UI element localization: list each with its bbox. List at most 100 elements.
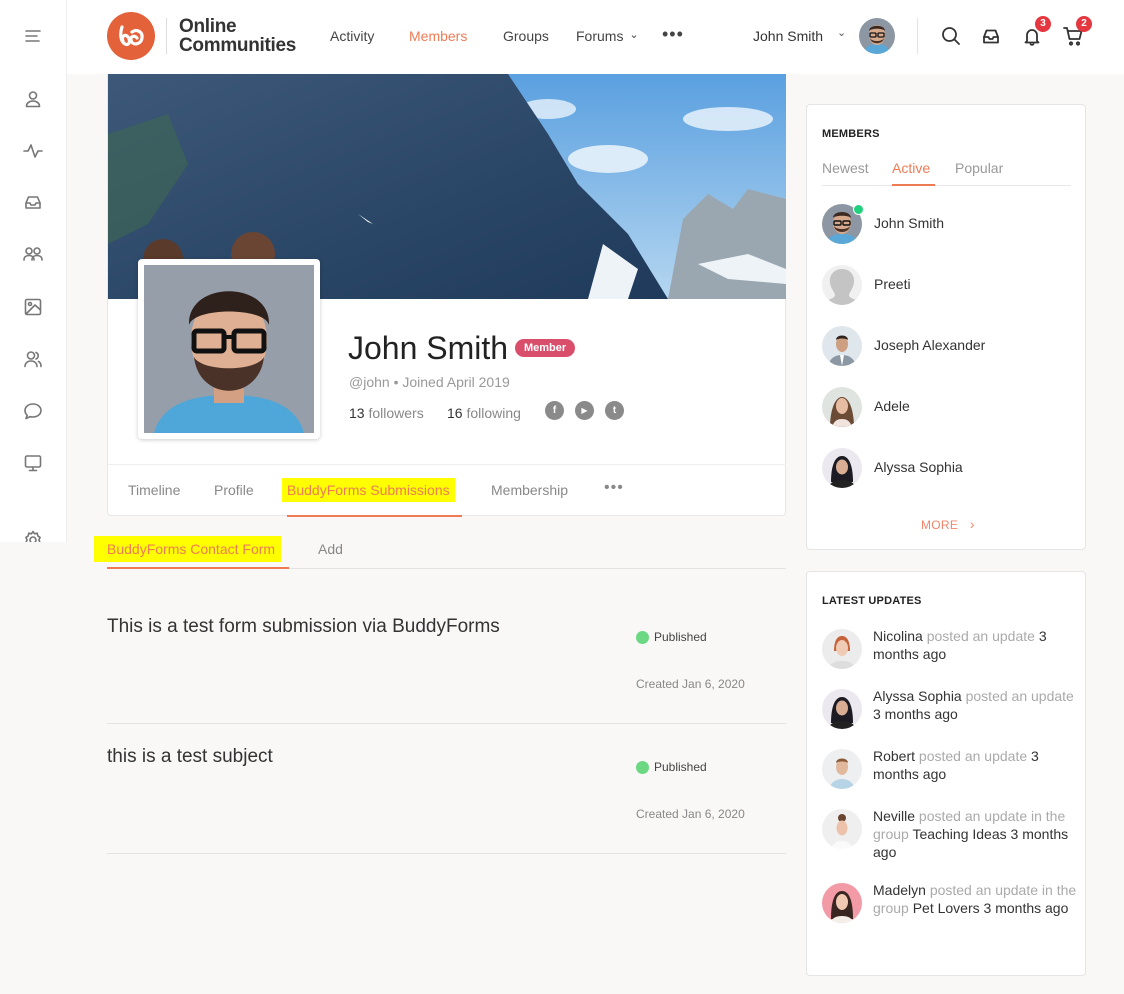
messages-inbox-icon[interactable] [980, 25, 1002, 47]
nav-activity[interactable]: Activity [330, 28, 374, 44]
header-user-avatar[interactable] [859, 18, 895, 54]
nav-groups[interactable]: Groups [503, 28, 549, 44]
update-time[interactable]: 3 months ago [984, 900, 1069, 916]
settings-icon[interactable] [22, 530, 44, 542]
member-list-item[interactable]: Preeti [822, 265, 1072, 307]
menu-icon[interactable] [22, 25, 44, 47]
update-user-link[interactable]: Alyssa Sophia [873, 688, 962, 704]
members-active-tab-indicator [892, 184, 935, 186]
notifications-bell-icon[interactable]: 3 [1021, 16, 1051, 47]
activity-icon[interactable] [22, 140, 44, 162]
following-label: following [466, 405, 521, 421]
inbox-icon[interactable] [22, 191, 44, 213]
header-user-name[interactable]: John Smith [753, 28, 823, 44]
update-user-link[interactable]: Madelyn [873, 882, 926, 898]
subtab-contact-form[interactable]: BuddyForms Contact Form [94, 536, 282, 562]
update-avatar[interactable] [822, 809, 862, 849]
members-tabs-divider [822, 185, 1071, 186]
update-text: Alyssa Sophia posted an update 3 months … [873, 687, 1078, 723]
facebook-icon[interactable]: f [545, 401, 564, 420]
header-separator [917, 18, 918, 54]
nav-more-button[interactable]: ••• [662, 24, 684, 45]
update-text: Neville posted an update in the group Te… [873, 807, 1078, 861]
member-name: Preeti [874, 276, 911, 292]
tab-timeline[interactable]: Timeline [128, 482, 180, 498]
update-time[interactable]: 3 months ago [873, 706, 958, 722]
tabs-more-button[interactable]: ••• [604, 479, 624, 497]
members-tab-newest[interactable]: Newest [822, 160, 869, 176]
left-sidebar [0, 0, 67, 542]
following-stat[interactable]: 16 following [447, 405, 521, 421]
tab-buddyforms-submissions[interactable]: BuddyForms Submissions [282, 478, 455, 502]
photos-icon[interactable] [22, 296, 44, 318]
following-count: 16 [447, 405, 463, 421]
forums-icon[interactable] [22, 400, 44, 422]
submission-item: this is a test subject Published Created… [107, 724, 786, 854]
update-group-link[interactable]: Teaching Ideas [912, 826, 1006, 842]
member-name: Adele [874, 398, 910, 414]
latest-updates-widget: LATEST UPDATES Nicolina posted an update… [806, 571, 1086, 976]
members-widget-title: MEMBERS [822, 128, 880, 140]
profile-tabs: Timeline Profile BuddyForms Submissions … [108, 464, 786, 517]
logo-separator [166, 18, 167, 54]
member-name: Joseph Alexander [874, 337, 986, 353]
brand-name[interactable]: Online Communities [179, 17, 296, 55]
members-tab-popular[interactable]: Popular [955, 160, 1003, 176]
search-icon[interactable] [940, 25, 962, 47]
update-avatar[interactable] [822, 689, 862, 729]
members-widget: MEMBERS Newest Active Popular John Smith… [806, 104, 1086, 550]
twitter-icon[interactable]: t [605, 401, 624, 420]
nav-forums-label: Forums [576, 28, 624, 44]
update-avatar[interactable] [822, 629, 862, 669]
submission-date: Created Jan 6, 2020 [636, 807, 745, 821]
member-avatar [822, 326, 862, 366]
user-chevron-down-icon[interactable]: ⌄ [837, 26, 846, 39]
update-text: Nicolina posted an update 3 months ago [873, 627, 1078, 663]
chevron-right-icon: › [969, 516, 975, 532]
updates-widget-title: LATEST UPDATES [822, 595, 922, 607]
groups-icon[interactable] [22, 243, 44, 265]
update-user-link[interactable]: Nicolina [873, 628, 923, 644]
member-list-item[interactable]: John Smith [822, 204, 1072, 246]
update-text: Robert posted an update 3 months ago [873, 747, 1078, 783]
member-type-badge: Member [515, 339, 576, 357]
update-text: Madelyn posted an update in the group Pe… [873, 881, 1078, 917]
submission-subtabs: BuddyForms Contact Form Add [94, 533, 786, 569]
published-status-dot [636, 760, 649, 774]
submission-item: This is a test form submission via Buddy… [107, 594, 786, 724]
tab-profile[interactable]: Profile [214, 482, 254, 498]
courses-icon[interactable] [22, 452, 44, 474]
profile-icon[interactable] [22, 88, 44, 110]
members-more-link[interactable]: MORE › [921, 516, 975, 532]
chevron-down-icon: ⌄ [629, 29, 639, 41]
member-list-item[interactable]: Joseph Alexander [822, 326, 1072, 368]
update-avatar[interactable] [822, 883, 862, 923]
member-name: Alyssa Sophia [874, 459, 963, 475]
members-tab-active[interactable]: Active [892, 160, 930, 176]
logo[interactable] [107, 12, 155, 60]
nav-members[interactable]: Members [409, 28, 467, 44]
friends-icon[interactable] [22, 348, 44, 370]
submission-status: Published [636, 760, 707, 774]
member-avatar [822, 387, 862, 427]
profile-avatar[interactable] [138, 259, 320, 439]
status-label: Published [654, 630, 707, 644]
youtube-icon[interactable]: ▶ [575, 401, 594, 420]
member-name: John Smith [874, 215, 945, 231]
submission-title[interactable]: this is a test subject [107, 746, 273, 768]
brand-line-1: Online [179, 16, 237, 37]
followers-stat[interactable]: 13 followers [349, 405, 424, 421]
update-group-link[interactable]: Pet Lovers [913, 900, 980, 916]
cart-icon[interactable]: 2 [1062, 16, 1092, 47]
submission-date: Created Jan 6, 2020 [636, 677, 745, 691]
active-tab-indicator [287, 515, 462, 517]
update-user-link[interactable]: Neville [873, 808, 915, 824]
member-list-item[interactable]: Adele [822, 387, 1072, 429]
nav-forums[interactable]: Forums ⌄ [576, 28, 639, 44]
update-user-link[interactable]: Robert [873, 748, 915, 764]
subtab-add[interactable]: Add [318, 541, 343, 557]
member-list-item[interactable]: Alyssa Sophia [822, 448, 1072, 490]
tab-membership[interactable]: Membership [491, 482, 568, 498]
submission-title[interactable]: This is a test form submission via Buddy… [107, 616, 500, 638]
update-avatar[interactable] [822, 749, 862, 789]
